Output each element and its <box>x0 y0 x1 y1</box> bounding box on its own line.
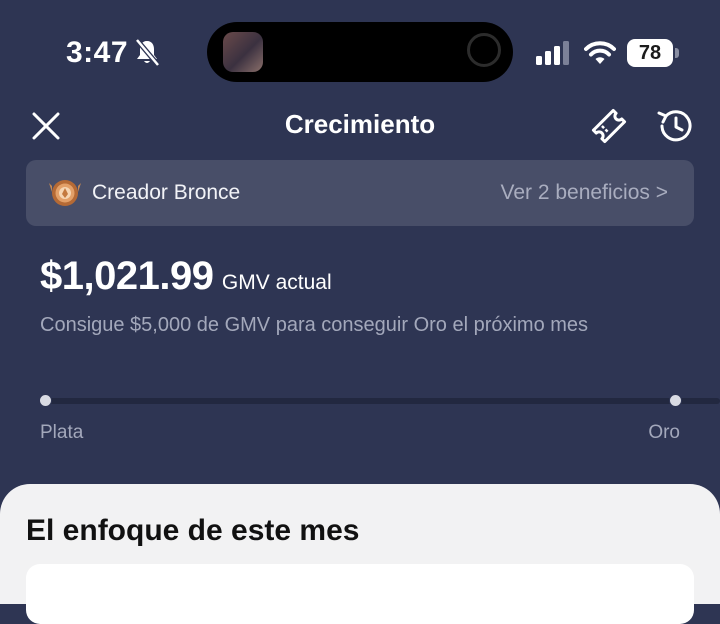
goal-text: Consigue $5,000 de GMV para conseguir Or… <box>40 314 589 336</box>
focus-card[interactable] <box>26 564 694 624</box>
tier-name: Creador Bronce <box>92 181 241 204</box>
gmv-label: GMV actual <box>221 271 332 294</box>
battery-tip <box>675 48 679 58</box>
battery-level: 78 <box>627 39 673 67</box>
history-icon[interactable] <box>654 106 696 146</box>
status-bar: 3:47 78 <box>0 0 720 100</box>
signal-icon <box>536 41 569 65</box>
view-benefits-link[interactable]: Ver 2 beneficios > <box>500 181 668 205</box>
tier-progress-bar <box>39 390 720 410</box>
tier-card[interactable]: Creador Bronce Ver 2 beneficios > <box>26 160 694 226</box>
media-thumbnail <box>223 32 263 72</box>
camera-icon <box>467 33 501 67</box>
bell-slash-icon <box>135 38 160 67</box>
dynamic-island <box>207 22 513 82</box>
bronze-medal-icon <box>49 180 81 206</box>
progress-start-dot <box>39 394 52 407</box>
focus-sheet: El enfoque de este mes <box>0 484 720 624</box>
nav-bar: Crecimiento <box>0 100 720 150</box>
status-time: 3:47 <box>66 36 129 69</box>
gmv-summary: $1,021.99 GMV actual <box>40 254 332 299</box>
sheet-title: El enfoque de este mes <box>26 514 360 547</box>
gmv-amount: $1,021.99 <box>40 254 214 298</box>
progress-start-label: Plata <box>40 422 84 443</box>
battery-icon: 78 <box>627 39 681 67</box>
progress-end-dot <box>669 394 682 407</box>
wifi-icon <box>584 41 616 64</box>
ticket-icon[interactable] <box>588 106 630 146</box>
progress-end-label: Oro <box>648 422 680 443</box>
progress-track <box>40 398 720 404</box>
